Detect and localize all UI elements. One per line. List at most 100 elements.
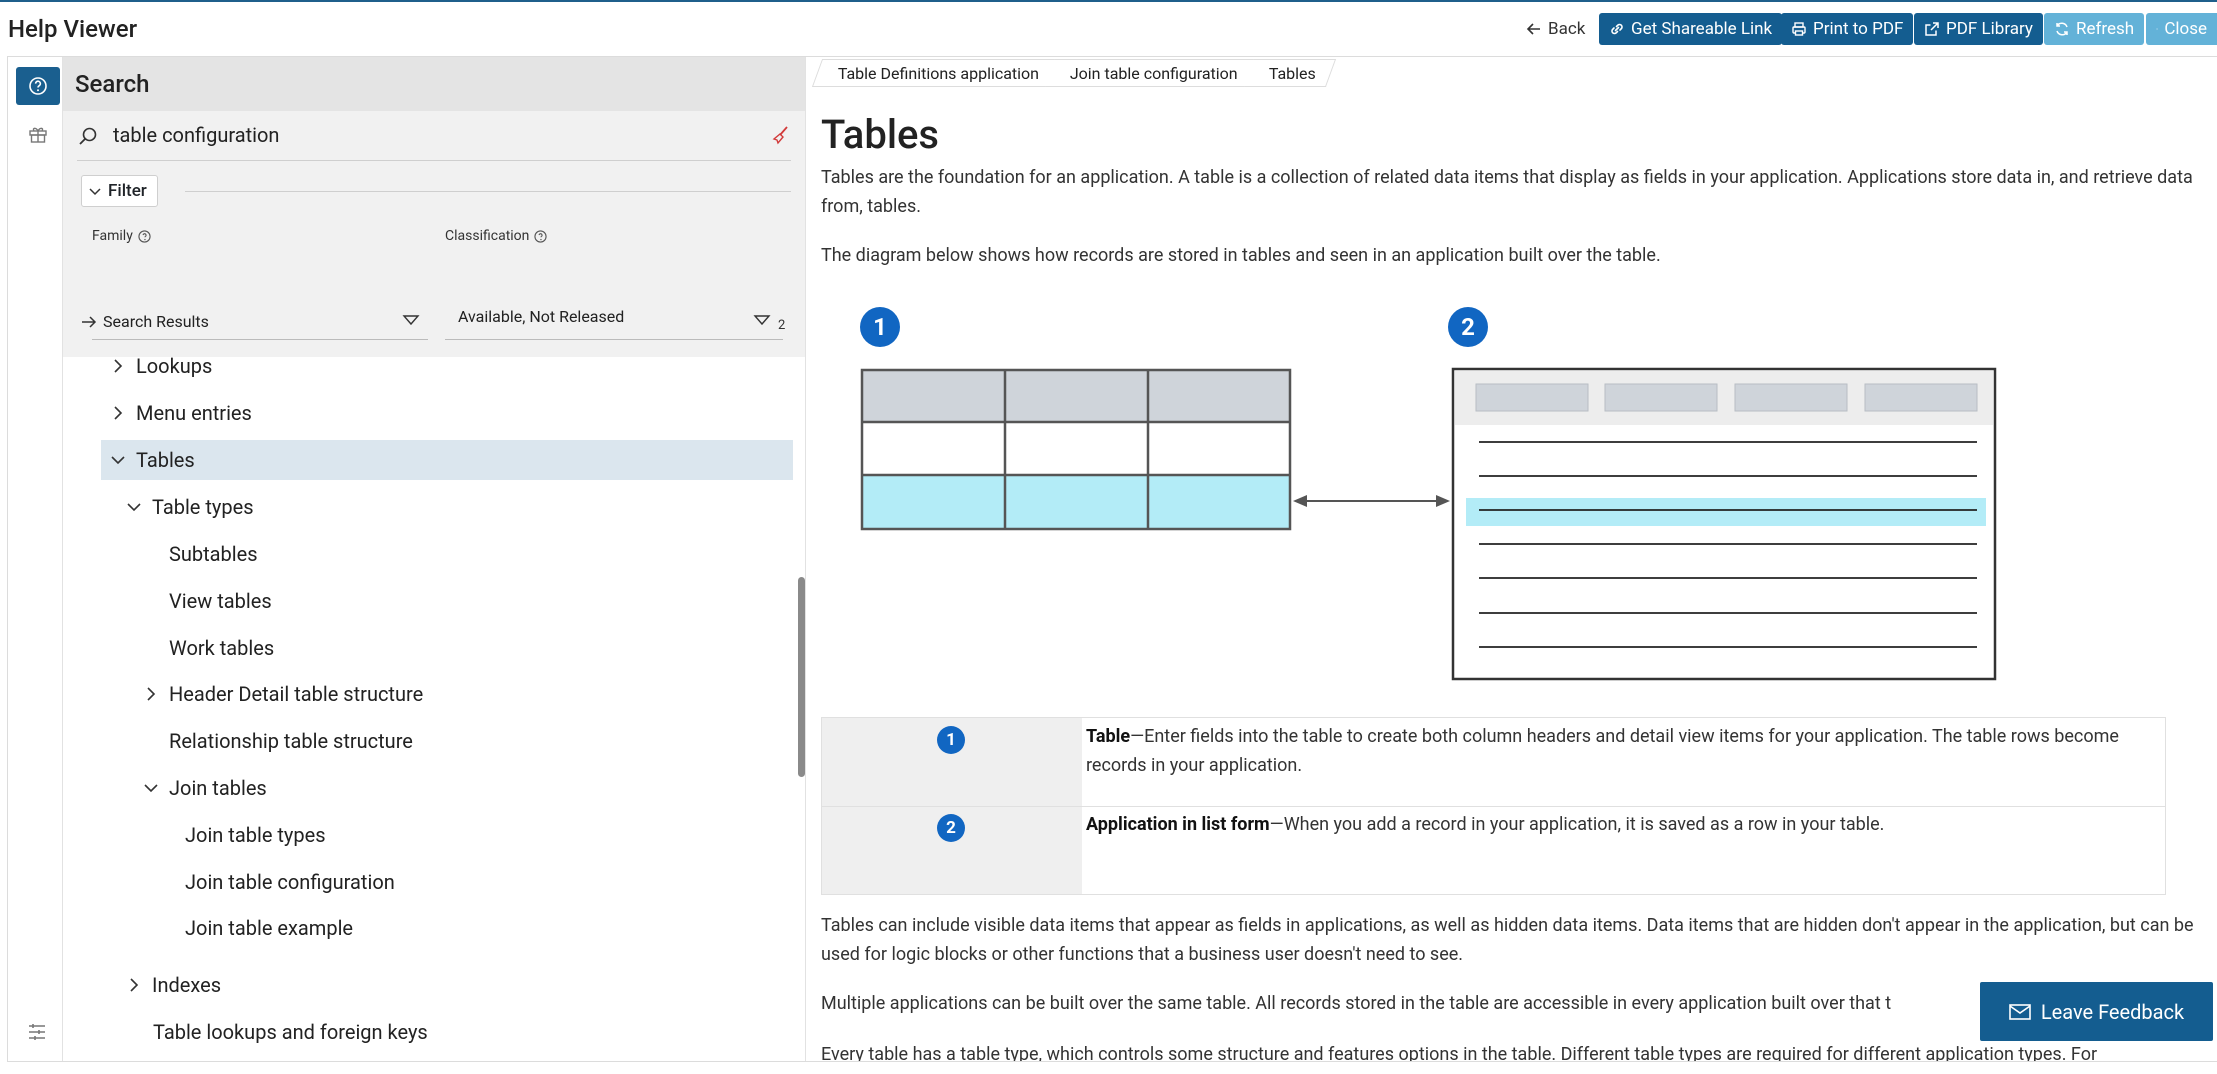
tree-label: View tables bbox=[169, 589, 272, 613]
classification-label-text: Classification bbox=[445, 228, 530, 244]
callout-row-1: Table—Enter fields into the table to cre… bbox=[1086, 722, 2156, 780]
double-arrow-icon bbox=[1293, 495, 1450, 507]
callout-text: —Enter fields into the table to create b… bbox=[1086, 726, 2119, 776]
tree-label: Join table configuration bbox=[185, 870, 395, 894]
external-link-icon bbox=[1925, 22, 1939, 36]
sliders-icon[interactable] bbox=[26, 1021, 48, 1043]
close-button[interactable]: Close bbox=[2146, 13, 2217, 45]
tree-item-view-tables[interactable]: View tables bbox=[169, 581, 272, 621]
search-results-link[interactable]: Search Results bbox=[81, 312, 209, 331]
print-to-pdf-button[interactable]: Print to PDF bbox=[1781, 13, 1914, 45]
tree-item-relationship[interactable]: Relationship table structure bbox=[169, 721, 413, 761]
callout-badge-1: 1 bbox=[937, 726, 965, 754]
tree-item-work-tables[interactable]: Work tables bbox=[169, 628, 274, 668]
tree-item-table-lookups-fk[interactable]: Table lookups and foreign keys bbox=[153, 1012, 428, 1052]
pdf-library-button[interactable]: PDF Library bbox=[1914, 13, 2043, 45]
search-icon bbox=[79, 127, 97, 145]
help-tab-button[interactable] bbox=[16, 67, 60, 105]
tree-item-table-types[interactable]: Table types bbox=[126, 487, 254, 527]
classification-select[interactable]: Available, Not Released bbox=[458, 307, 624, 326]
arrow-right-icon bbox=[82, 315, 97, 328]
tree-item-header-detail[interactable]: Header Detail table structure bbox=[143, 674, 423, 714]
chevron-down-icon bbox=[111, 456, 125, 465]
title-bar: Help Viewer Back Get Shareable Link Prin… bbox=[0, 2, 2217, 56]
app-title: Help Viewer bbox=[8, 15, 138, 43]
tree-label: Tables bbox=[136, 448, 195, 472]
chevron-down-icon bbox=[127, 503, 141, 512]
tree-item-indexes[interactable]: Indexes bbox=[126, 965, 221, 1005]
info-icon bbox=[534, 229, 548, 243]
paragraph: Tables can include visible data items th… bbox=[821, 915, 2194, 965]
classification-label: Classification bbox=[445, 228, 548, 244]
tree-label: Join table types bbox=[185, 823, 326, 847]
search-results-label: Search Results bbox=[103, 312, 209, 331]
tree-label: Join tables bbox=[169, 776, 267, 800]
tree-label: Indexes bbox=[152, 973, 222, 997]
leave-feedback-button[interactable]: Leave Feedback bbox=[1980, 982, 2213, 1041]
table-diagram bbox=[860, 367, 1997, 681]
question-circle-icon bbox=[29, 77, 47, 95]
family-underline bbox=[92, 339, 428, 340]
callout-badge-2: 2 bbox=[1448, 307, 1488, 347]
search-input[interactable]: table configuration bbox=[77, 111, 791, 161]
tree-selection-highlight bbox=[101, 440, 793, 480]
tree-item-subtables[interactable]: Subtables bbox=[169, 534, 258, 574]
envelope-icon bbox=[2009, 1003, 2031, 1020]
close-label: Close bbox=[2164, 19, 2207, 39]
table-illustration bbox=[860, 368, 1292, 531]
close-icon bbox=[2156, 28, 2158, 30]
print-label: Print to PDF bbox=[1813, 19, 1904, 39]
family-label: Family bbox=[92, 228, 151, 244]
broom-clear-icon[interactable] bbox=[771, 125, 791, 145]
back-button[interactable]: Back bbox=[1516, 13, 1595, 45]
tree-label: Lookups bbox=[136, 354, 213, 378]
tree-item-join-table-example[interactable]: Join table example bbox=[185, 908, 353, 948]
tree-label: Subtables bbox=[169, 542, 258, 566]
chevron-down-icon bbox=[89, 188, 101, 196]
callout-row-2: Application in list form—When you add a … bbox=[1086, 810, 2156, 839]
family-label-text: Family bbox=[92, 228, 133, 244]
filter-toggle-button[interactable]: Filter bbox=[81, 175, 158, 207]
classification-underline bbox=[445, 339, 783, 340]
tree-item-lookups[interactable]: Lookups bbox=[110, 346, 212, 386]
classification-dropdown-icon[interactable] bbox=[753, 314, 771, 326]
filter-divider bbox=[185, 191, 791, 192]
chevron-right-icon bbox=[147, 687, 156, 701]
paragraph: Every table has a table type, which cont… bbox=[821, 1044, 2098, 1061]
chevron-right-icon bbox=[114, 406, 123, 420]
search-panel: Search table configuration Filter Family… bbox=[63, 57, 806, 1061]
refresh-icon bbox=[2056, 22, 2068, 36]
refresh-button[interactable]: Refresh bbox=[2044, 13, 2145, 45]
classification-count: 2 bbox=[778, 318, 786, 333]
tree-label: Table types bbox=[152, 495, 254, 519]
tree-item-menu-entries[interactable]: Menu entries bbox=[110, 393, 252, 433]
callout-badge-2: 2 bbox=[937, 814, 965, 842]
tree-label: Work tables bbox=[169, 636, 275, 660]
tree-label: Relationship table structure bbox=[169, 729, 413, 753]
callout-text: —When you add a record in your applicati… bbox=[1269, 814, 1885, 835]
callout-term: Table bbox=[1086, 726, 1131, 747]
search-query: table configuration bbox=[113, 123, 280, 147]
chevron-down-icon bbox=[144, 784, 158, 793]
tree-item-join-table-configuration[interactable]: Join table configuration bbox=[185, 862, 395, 902]
tree-label: Table lookups and foreign keys bbox=[153, 1020, 428, 1044]
tree-item-join-tables[interactable]: Join tables bbox=[143, 768, 267, 808]
family-dropdown-icon[interactable] bbox=[402, 314, 420, 326]
side-rail bbox=[8, 57, 63, 1061]
chevron-right-icon bbox=[130, 978, 139, 992]
leave-feedback-label: Leave Feedback bbox=[2040, 999, 2185, 1024]
gift-icon[interactable] bbox=[27, 123, 49, 145]
search-header: Search bbox=[63, 57, 805, 111]
tree-label: Header Detail table structure bbox=[169, 682, 424, 706]
tree-label: Menu entries bbox=[136, 401, 252, 425]
callout-badge-1: 1 bbox=[860, 307, 900, 347]
tree-scrollbar[interactable] bbox=[798, 577, 805, 777]
callout-term: Application in list form bbox=[1086, 814, 1270, 835]
tree-item-tables[interactable]: Tables bbox=[110, 440, 195, 480]
back-label: Back bbox=[1548, 19, 1586, 39]
tree-item-join-table-types[interactable]: Join table types bbox=[185, 815, 326, 855]
help-content: Table Definitions application Join table… bbox=[807, 57, 2217, 1061]
get-shareable-link-button[interactable]: Get Shareable Link bbox=[1599, 13, 1783, 45]
link-icon bbox=[1611, 23, 1623, 35]
printer-icon bbox=[1792, 22, 1806, 36]
